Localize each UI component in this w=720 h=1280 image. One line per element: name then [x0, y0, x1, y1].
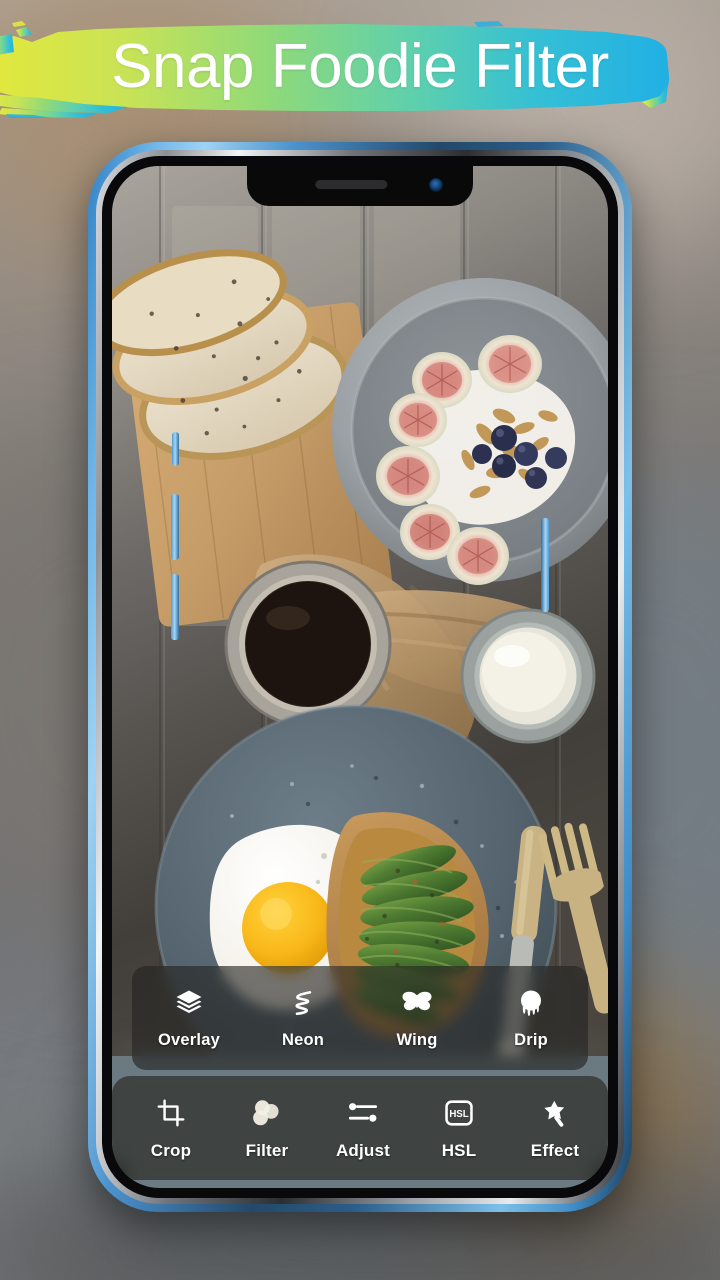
- tool-filter-button[interactable]: Filter: [236, 1096, 298, 1161]
- effect-overlay-button[interactable]: Overlay: [153, 986, 225, 1050]
- front-camera-icon: [429, 178, 443, 192]
- effect-drip-label: Drip: [514, 1031, 548, 1049]
- sliders-icon: [346, 1096, 380, 1130]
- color-circles-icon: [250, 1096, 284, 1130]
- tool-crop-label: Crop: [150, 1140, 192, 1160]
- svg-text:HSL: HSL: [449, 1109, 468, 1120]
- magic-wand-icon: [538, 1096, 572, 1130]
- tool-hsl-button[interactable]: HSL HSL: [428, 1096, 490, 1161]
- earpiece-speaker-icon: [315, 180, 388, 189]
- tool-adjust-label: Adjust: [335, 1140, 391, 1160]
- volume-up-button[interactable]: [171, 494, 179, 560]
- phone-screen: Overlay Neon Wing Drip Crop Filter Adjus…: [112, 166, 608, 1188]
- effect-overlay-label: Overlay: [158, 1031, 220, 1049]
- crop-icon: [154, 1096, 188, 1130]
- effect-wing-label: Wing: [396, 1031, 438, 1049]
- phone-notch: [247, 166, 473, 206]
- effect-drip-button[interactable]: Drip: [495, 986, 567, 1050]
- tool-hsl-label: HSL: [441, 1140, 477, 1160]
- butterfly-icon: [400, 986, 434, 1020]
- effect-wing-button[interactable]: Wing: [381, 986, 453, 1050]
- drip-icon: [514, 986, 548, 1020]
- page-header: Snap Foodie Filter: [0, 0, 720, 150]
- squiggle-icon: [286, 986, 320, 1020]
- tool-adjust-button[interactable]: Adjust: [332, 1096, 394, 1161]
- hsl-icon: HSL: [442, 1096, 476, 1130]
- effect-neon-label: Neon: [281, 1031, 325, 1049]
- tools-toolbar[interactable]: Crop Filter Adjust HSL HSL Effect: [112, 1076, 608, 1180]
- effect-neon-button[interactable]: Neon: [267, 986, 339, 1050]
- effects-toolbar[interactable]: Overlay Neon Wing Drip: [132, 966, 588, 1070]
- tool-crop-button[interactable]: Crop: [140, 1096, 202, 1161]
- silent-switch-button[interactable]: [172, 432, 179, 466]
- tool-filter-label: Filter: [245, 1140, 289, 1160]
- edited-photo: [112, 166, 608, 1056]
- tool-effect-button[interactable]: Effect: [524, 1096, 586, 1161]
- tool-effect-label: Effect: [530, 1140, 580, 1160]
- page-title: Snap Foodie Filter: [111, 32, 609, 101]
- layers-icon: [172, 986, 206, 1020]
- volume-down-button[interactable]: [171, 574, 179, 640]
- power-button[interactable]: [541, 518, 549, 612]
- phone-mockup: Overlay Neon Wing Drip Crop Filter Adjus…: [88, 142, 632, 1212]
